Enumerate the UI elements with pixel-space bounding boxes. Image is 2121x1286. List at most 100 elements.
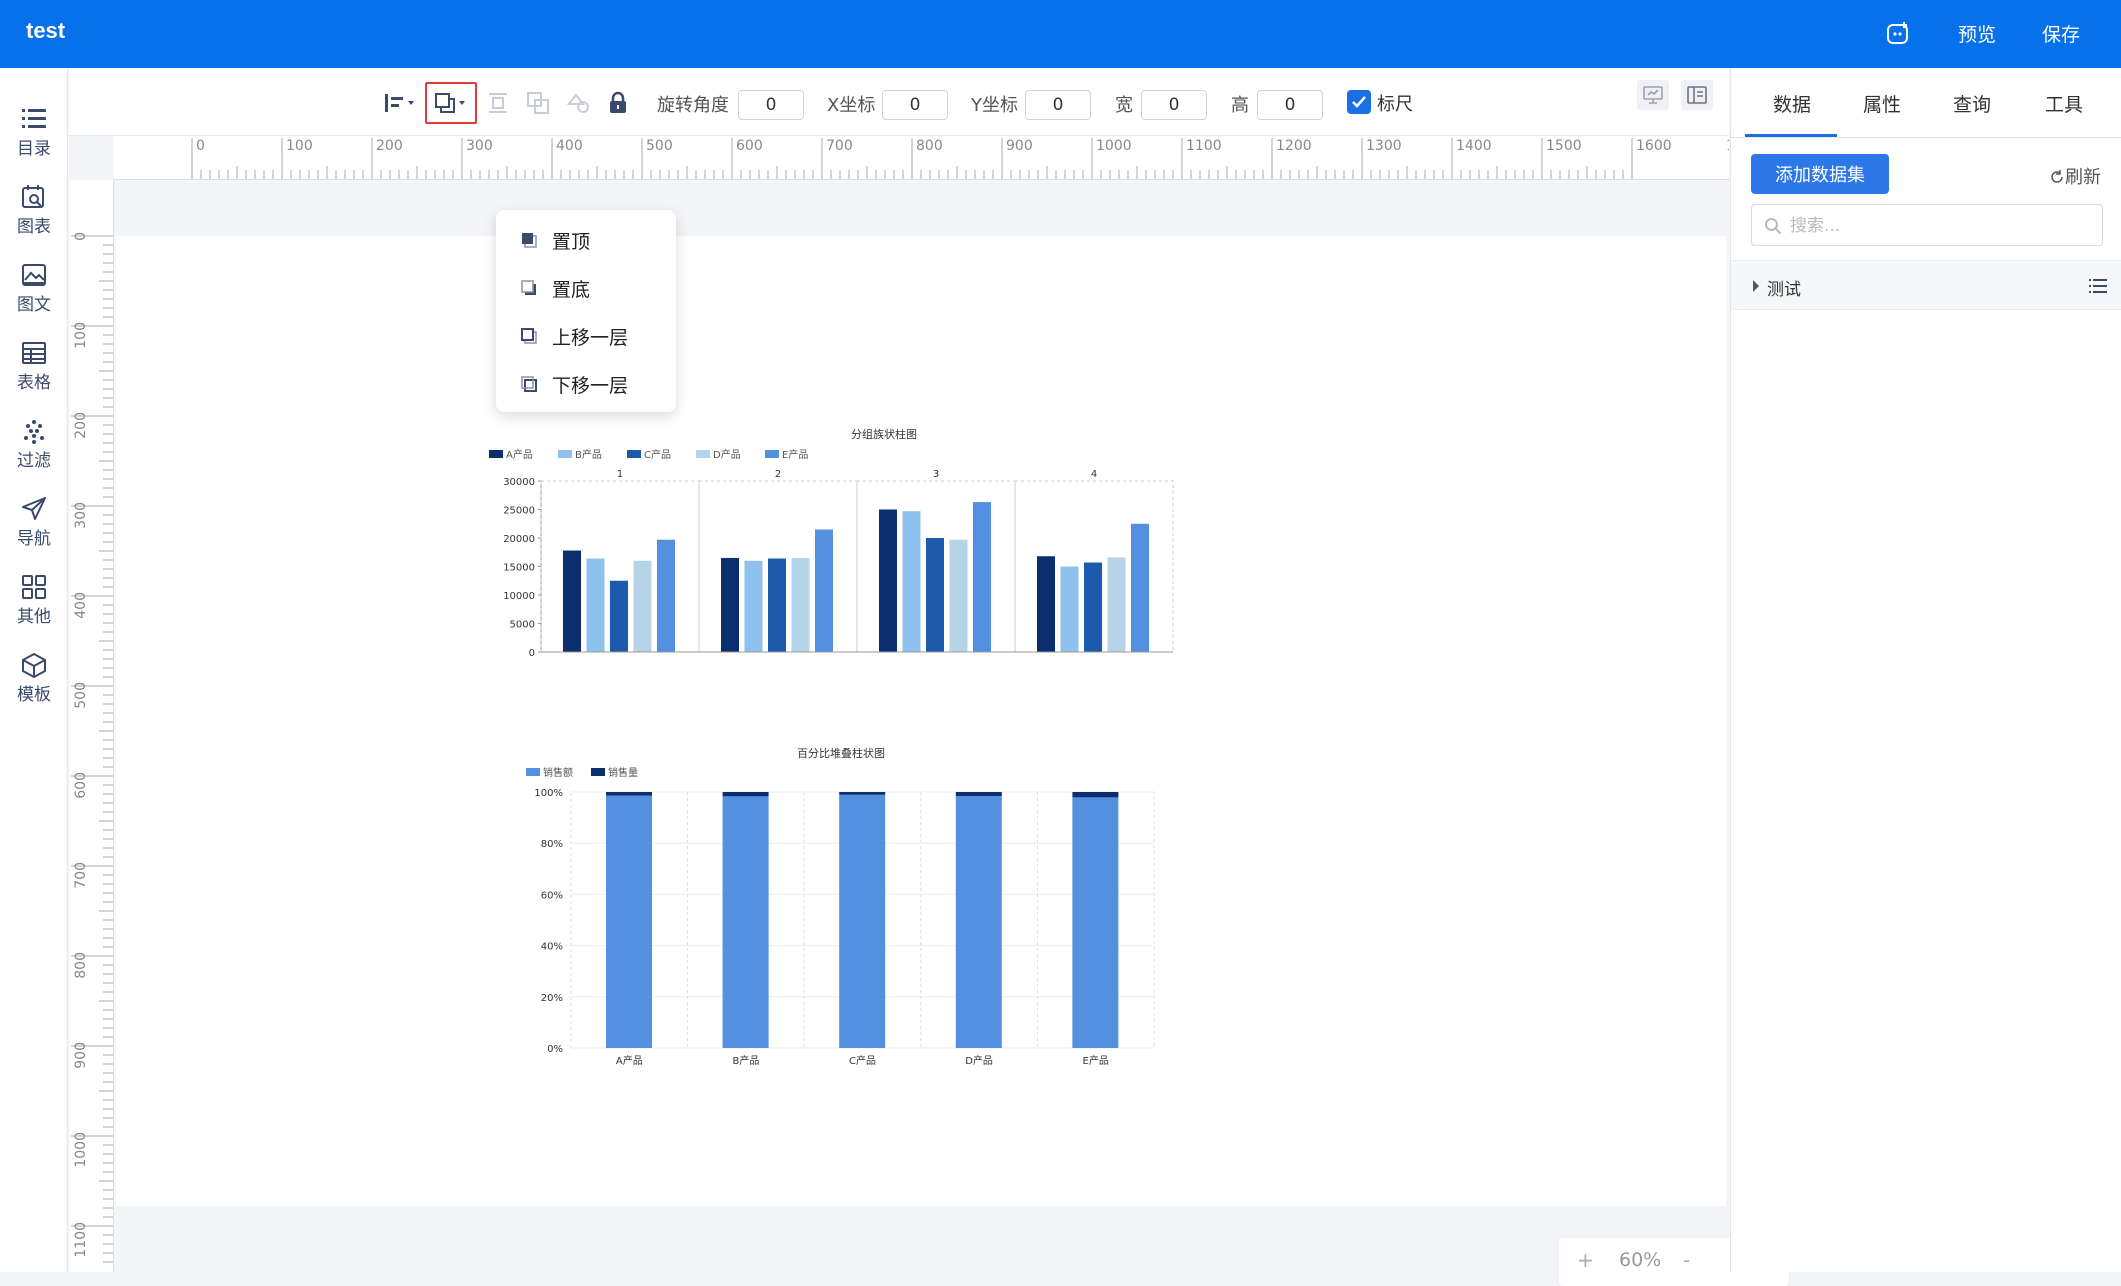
nav-navigation[interactable]: 导航	[0, 480, 68, 550]
legend-swatch[interactable]	[591, 768, 605, 776]
chart-search-icon	[22, 185, 44, 208]
bar[interactable]	[1060, 566, 1079, 653]
align-button[interactable]	[382, 88, 418, 118]
grouped-bar-chart[interactable]: 分组族状柱图 A产品 B产品 C产品 D产品 E产品 0 5000 10000 15000 2000…	[479, 426, 1289, 728]
nav-other[interactable]: 其他	[0, 558, 68, 628]
ruler-checkbox[interactable]	[1347, 90, 1371, 114]
stacked-bar-segment[interactable]	[606, 795, 652, 1048]
nav-table[interactable]: 表格	[0, 324, 68, 394]
tab-properties[interactable]: 属性	[1863, 90, 1901, 117]
ungroup-button[interactable]	[563, 88, 593, 118]
legend-swatch[interactable]	[627, 450, 641, 458]
check-icon	[1352, 96, 1366, 108]
dataset-item[interactable]: 测试	[1731, 260, 2121, 310]
align-left-icon	[385, 94, 414, 112]
lock-button[interactable]	[603, 88, 633, 118]
bar[interactable]	[815, 529, 833, 652]
save-button[interactable]: 保存	[2042, 20, 2080, 47]
bar[interactable]	[1037, 556, 1055, 652]
stacked-bar-segment[interactable]	[839, 794, 886, 1048]
bar[interactable]	[586, 558, 605, 652]
legend-swatch[interactable]	[696, 450, 710, 458]
nav-chart[interactable]: 图表	[0, 168, 68, 238]
legend-swatch[interactable]	[489, 450, 503, 458]
bar[interactable]	[926, 538, 944, 652]
list-menu-icon[interactable]	[2089, 278, 2107, 294]
height-input[interactable]	[1257, 90, 1323, 120]
bar[interactable]	[902, 511, 921, 652]
legend-swatch[interactable]	[526, 768, 540, 776]
x-coord-input[interactable]	[882, 90, 948, 120]
menu-send-to-back[interactable]: 置底	[496, 266, 676, 310]
refresh-button[interactable]: 刷新	[2049, 163, 2101, 189]
bar[interactable]	[791, 557, 810, 652]
nav-catalog[interactable]: 目录	[0, 90, 68, 160]
bar[interactable]	[768, 558, 786, 652]
search-icon	[1765, 218, 1782, 235]
add-dataset-button[interactable]: 添加数据集	[1751, 154, 1889, 194]
bar[interactable]	[1084, 562, 1102, 652]
ruler-label: 300	[73, 502, 89, 529]
nav-filter[interactable]: 过滤	[0, 402, 68, 472]
bar[interactable]	[1131, 523, 1149, 652]
bar[interactable]	[657, 539, 675, 652]
search-input[interactable]	[1790, 213, 2090, 239]
ruler-label: 1100	[73, 1222, 89, 1258]
percent-stacked-bar-chart[interactable]: 百分比堆叠柱状图销售额 销售量 0% 20% 40% 60% 80% 100% A产品 B产品 C产…	[516, 744, 1274, 1084]
stacked-bar-segment[interactable]	[722, 796, 769, 1048]
zoom-in-button[interactable]: +	[1577, 1248, 1594, 1272]
legend-swatch[interactable]	[765, 450, 779, 458]
bar[interactable]	[1107, 557, 1126, 652]
legend-swatch[interactable]	[558, 450, 572, 458]
screen-view-button[interactable]	[1637, 80, 1669, 110]
nav-image-text[interactable]: 图文	[0, 246, 68, 316]
tab-tools[interactable]: 工具	[2045, 90, 2083, 117]
distribute-button[interactable]	[483, 88, 513, 118]
group-button[interactable]	[523, 88, 553, 118]
stacked-bar-segment[interactable]	[839, 792, 886, 795]
menu-send-backward[interactable]: 下移一层	[496, 362, 676, 406]
y-tick-label: 80%	[541, 839, 563, 850]
design-canvas[interactable]: 分组族状柱图 A产品 B产品 C产品 D产品 E产品 0 5000 10000 15000 2000…	[116, 236, 1726, 1206]
editor-area: 旋转角度 X坐标 Y坐标 宽 高 标尺 01002003004005006007…	[69, 68, 1789, 1286]
ruler-label: 0	[73, 232, 89, 241]
stacked-bar-segment[interactable]	[606, 792, 652, 796]
stacked-bar-segment[interactable]	[955, 792, 1002, 797]
tab-data[interactable]: 数据	[1773, 90, 1811, 117]
stacked-bar-segment[interactable]	[722, 792, 769, 797]
bar[interactable]	[610, 580, 628, 652]
bar[interactable]	[721, 557, 739, 652]
nav-template[interactable]: 模板	[0, 636, 68, 706]
width-input[interactable]	[1141, 90, 1207, 120]
bar[interactable]	[563, 550, 581, 652]
y-tick-label: 0	[529, 648, 535, 659]
zoom-out-button[interactable]: -	[1683, 1248, 1690, 1272]
group-icon	[527, 92, 549, 114]
bar[interactable]	[879, 509, 897, 653]
toolbar: 旋转角度 X坐标 Y坐标 宽 高 标尺	[69, 68, 1729, 136]
ai-assistant-icon[interactable]	[1884, 20, 1912, 48]
preview-button[interactable]: 预览	[1958, 20, 1996, 47]
layer-order-button[interactable]	[425, 82, 477, 124]
y-tick-label: 20000	[503, 534, 535, 545]
menu-bring-forward[interactable]: 上移一层	[496, 314, 676, 358]
nav-catalog-label: 目录	[17, 139, 51, 159]
stacked-bar-segment[interactable]	[955, 796, 1002, 1048]
bar[interactable]	[949, 539, 968, 652]
stacked-bar-segment[interactable]	[1072, 797, 1119, 1048]
y-coord-input[interactable]	[1025, 90, 1091, 120]
dataset-search[interactable]	[1751, 204, 2103, 246]
rotate-input[interactable]	[738, 90, 804, 120]
menu-bring-to-front[interactable]: 置顶	[496, 218, 676, 262]
y-tick-label: 5000	[510, 620, 535, 631]
list-icon	[22, 109, 46, 128]
tab-query[interactable]: 查询	[1953, 90, 1991, 117]
ruler-label: 1200	[1276, 138, 1312, 154]
bar[interactable]	[744, 560, 763, 652]
layout-panel-button[interactable]	[1681, 80, 1713, 110]
bar[interactable]	[633, 560, 652, 652]
stacked-bar-segment[interactable]	[1072, 792, 1119, 798]
panel-label: 1	[617, 469, 623, 480]
bar[interactable]	[973, 502, 991, 652]
menu-send-to-back-label: 置底	[552, 278, 591, 301]
